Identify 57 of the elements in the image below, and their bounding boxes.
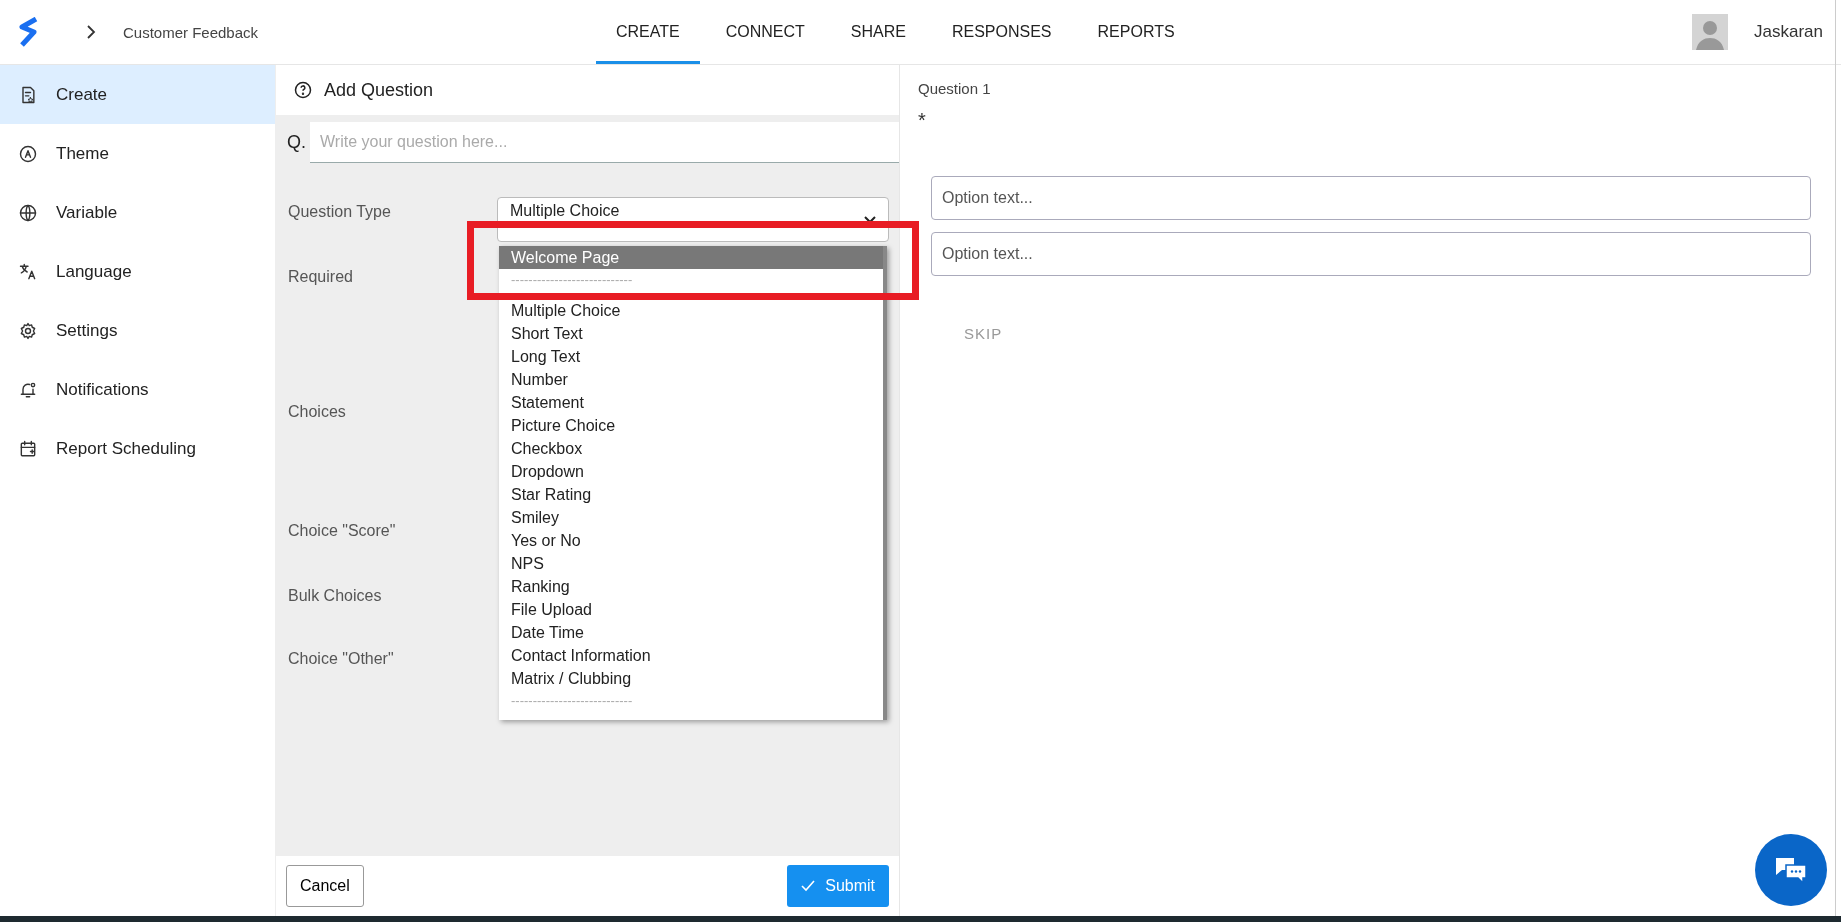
translate-icon — [18, 261, 38, 282]
field-label: Choice "Score" — [288, 522, 396, 540]
dropdown-option[interactable]: NPS — [499, 552, 883, 575]
dropdown-option[interactable]: Welcome Page — [499, 246, 883, 269]
field-label: Choices — [288, 403, 346, 421]
user-name[interactable]: Jaskaran — [1754, 22, 1823, 42]
question-input[interactable]: Write your question here... — [310, 122, 899, 163]
help-icon[interactable] — [294, 81, 312, 99]
dropdown-option[interactable]: Dropdown — [499, 460, 883, 483]
dropdown-option[interactable]: Checkbox — [499, 437, 883, 460]
dropdown-separator: ---------------------------- — [510, 271, 634, 289]
cancel-button[interactable]: Cancel — [286, 865, 364, 907]
required-mark: * — [918, 109, 927, 132]
option-input[interactable]: Option text... — [931, 176, 1811, 220]
nav-tab[interactable]: CREATE — [596, 0, 700, 64]
breadcrumb-title: Customer Feedback — [123, 23, 259, 41]
sidebar-item[interactable]: Variable — [0, 183, 275, 242]
calendar-icon — [18, 438, 38, 459]
sidebar-item[interactable]: Language — [0, 242, 275, 301]
nav-tab[interactable]: RESPONSES — [931, 0, 1072, 64]
dropdown-option[interactable]: Statement — [499, 391, 883, 414]
dropdown-separator: ---------------------------- — [510, 692, 634, 710]
sidebar-item[interactable]: Settings — [0, 301, 275, 360]
dropdown-option[interactable]: File Upload — [499, 598, 883, 621]
letter-circle-icon — [18, 143, 38, 164]
field-label: Required — [288, 268, 353, 286]
checkmark-icon — [801, 880, 816, 892]
dropdown-option[interactable]: Short Text — [499, 322, 883, 345]
dropdown-option[interactable]: Contact Information — [499, 644, 883, 667]
sidebar-item[interactable]: Theme — [0, 124, 275, 183]
panel-title: Add Question — [324, 79, 434, 101]
dropdown-option[interactable]: Multiple Choice — [499, 299, 883, 322]
question-prefix: Q. — [286, 132, 307, 153]
sidebar-item[interactable]: Notifications — [0, 360, 275, 419]
logo-icon[interactable] — [18, 17, 40, 47]
dropdown-option[interactable]: Matrix / Clubbing — [499, 667, 883, 690]
dropdown-option[interactable]: Date Time — [499, 621, 883, 644]
sidebar-item[interactable]: Report Scheduling — [0, 419, 275, 478]
question-title: Question 1 — [918, 80, 992, 97]
dropdown-option[interactable]: Picture Choice — [499, 414, 883, 437]
dropdown-option[interactable]: Yes or No — [499, 529, 883, 552]
dropdown-option[interactable]: Smiley — [499, 506, 883, 529]
nav-tab[interactable]: CONNECT — [705, 0, 825, 64]
chevron-right-icon[interactable] — [86, 24, 96, 40]
nav-tab[interactable]: SHARE — [830, 0, 926, 64]
field-label: Choice "Other" — [288, 650, 394, 668]
sidebar-item[interactable]: Create — [0, 65, 275, 124]
settings-icon — [18, 320, 38, 341]
globe-icon — [18, 202, 38, 223]
nav-tab[interactable]: REPORTS — [1077, 0, 1195, 64]
option-input[interactable]: Option text... — [931, 232, 1811, 276]
dropdown-option[interactable]: Long Text — [499, 345, 883, 368]
dropdown-option[interactable]: Ranking — [499, 575, 883, 598]
dropdown-option[interactable]: Number — [499, 368, 883, 391]
field-label: Question Type — [288, 203, 391, 221]
dropdown-option[interactable]: Star Rating — [499, 483, 883, 506]
field-label: Bulk Choices — [288, 587, 382, 605]
